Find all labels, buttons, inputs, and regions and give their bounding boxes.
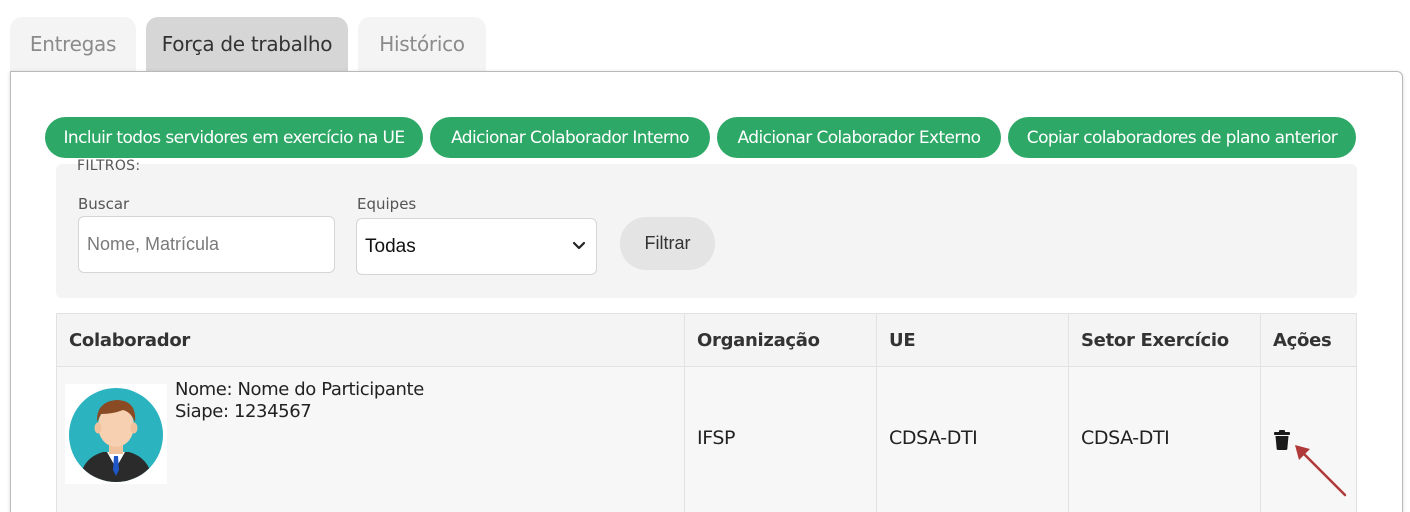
- add-internal-collaborator-button[interactable]: Adicionar Colaborador Interno: [430, 117, 710, 158]
- column-header-organizacao: Organização: [697, 330, 820, 351]
- collaborator-siape: Siape: 1234567: [175, 401, 312, 422]
- cell-organizacao: IFSP: [697, 427, 736, 449]
- filters-title: FILTROS:: [77, 158, 141, 174]
- teams-label: Equipes: [357, 195, 417, 213]
- collaborator-name: Nome: Nome do Participante: [175, 379, 424, 400]
- filter-button[interactable]: Filtrar: [620, 217, 715, 270]
- column-divider: [1068, 313, 1069, 512]
- column-header-setor-exercicio: Setor Exercício: [1081, 330, 1229, 351]
- column-header-colaborador: Colaborador: [69, 330, 190, 351]
- column-divider: [876, 313, 877, 512]
- column-divider: [684, 313, 685, 512]
- tab-historico[interactable]: Histórico: [358, 17, 486, 71]
- column-header-ue: UE: [889, 330, 916, 351]
- chevron-down-icon: [572, 241, 586, 250]
- teams-select-value: Todas: [365, 235, 416, 257]
- annotation-arrow-icon: [1295, 445, 1347, 497]
- search-label: Buscar: [78, 195, 130, 213]
- cell-ue: CDSA-DTI: [889, 427, 978, 449]
- teams-select[interactable]: Todas: [356, 218, 597, 275]
- cell-setor-exercicio: CDSA-DTI: [1081, 427, 1170, 449]
- column-divider: [1260, 313, 1261, 512]
- table-row: Nome: Nome do Participante Siape: 123456…: [57, 367, 1356, 512]
- copy-previous-plan-button[interactable]: Copiar colaboradores de plano anterior: [1008, 117, 1356, 158]
- column-header-acoes: Ações: [1273, 330, 1332, 351]
- add-external-collaborator-button[interactable]: Adicionar Colaborador Externo: [717, 117, 1001, 158]
- collaborators-table: Colaborador Organização UE Setor Exercíc…: [56, 313, 1357, 512]
- tab-entregas[interactable]: Entregas: [10, 17, 136, 71]
- avatar: [65, 384, 167, 484]
- include-all-servers-button[interactable]: Incluir todos servidores em exercício na…: [45, 117, 423, 158]
- table-header: Colaborador Organização UE Setor Exercíc…: [57, 313, 1356, 367]
- tab-forca-de-trabalho[interactable]: Força de trabalho: [146, 17, 348, 71]
- collaborator-info: Nome: Nome do Participante Siape: 123456…: [175, 379, 424, 423]
- trash-icon[interactable]: [1273, 430, 1291, 450]
- search-input[interactable]: [78, 216, 335, 273]
